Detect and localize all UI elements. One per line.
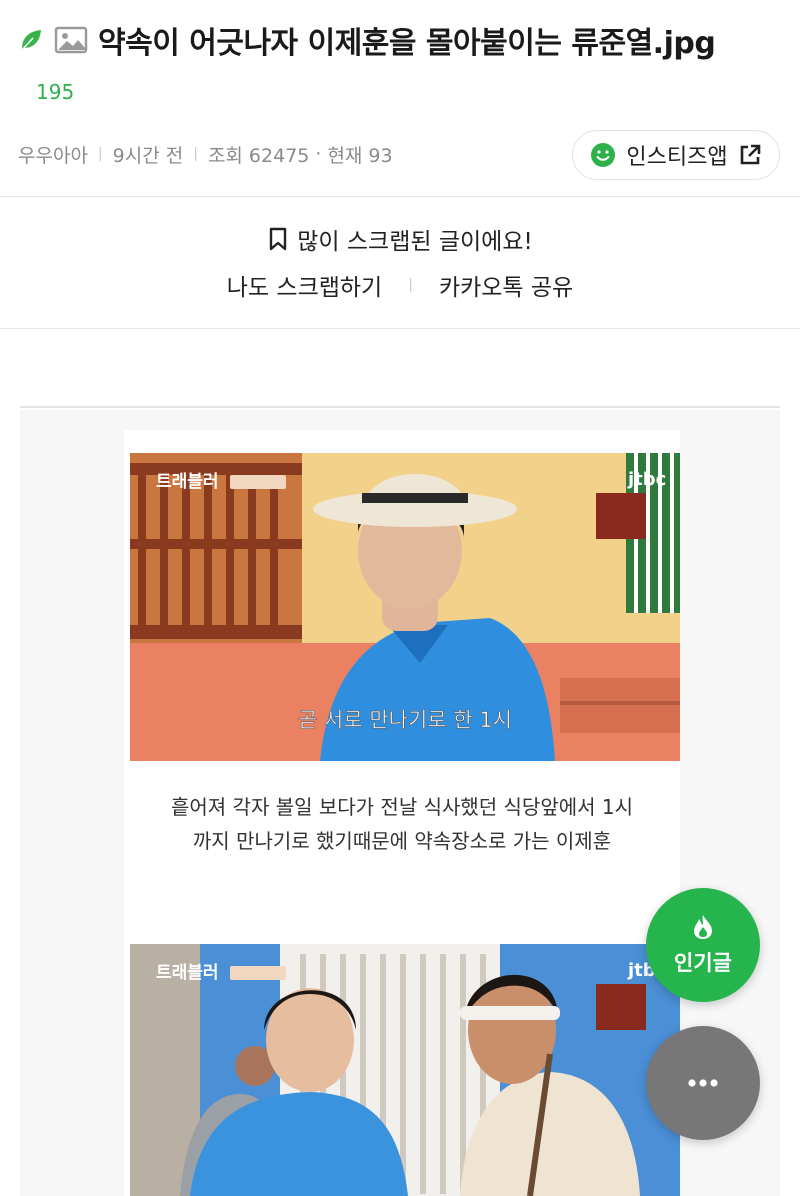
view-count: 조회 62475 [207, 144, 310, 167]
scene-illustration-2: 트래블러 jtbc [130, 944, 680, 1196]
scrap-actions: 나도 스크랩하기 | 카카오톡 공유 [0, 268, 800, 302]
open-app-label: 인스티즈앱 [626, 145, 728, 170]
popular-posts-button[interactable]: 인기글 [646, 888, 760, 1002]
post-image-2[interactable]: 트래블러 jtbc [130, 944, 680, 1196]
show-logo-2: 트래블러 [156, 963, 219, 983]
scrap-button[interactable]: 나도 스크랩하기 [227, 268, 382, 302]
meta-separator: | [97, 146, 103, 162]
image-icon [54, 26, 88, 54]
show-logo-1: 트래블러 [156, 472, 219, 492]
scrap-notice: 많이 스크랩된 글이에요! [0, 222, 800, 256]
meta-separator: | [193, 146, 198, 162]
scrap-separator: | [408, 277, 413, 293]
smile-icon [591, 143, 616, 167]
scrap-notice-text: 많이 스크랩된 글이에요! [297, 229, 533, 255]
scrap-divider [0, 328, 800, 329]
more-menu-button[interactable] [646, 1026, 760, 1140]
leaf-icon [21, 30, 41, 51]
caption-1-line-2: 까지 만나기로 했기때문에 약속장소로 가는 이제훈 [192, 829, 612, 853]
caption-1-line-1: 흩어져 각자 볼일 보다가 전날 식사했던 식당앞에서 1시 [170, 795, 634, 819]
post-image-1[interactable]: 트래블러 jtbc 곧 서로 만나기로 한 1시 [130, 453, 680, 761]
current-viewers: 현재 93 [327, 144, 393, 167]
author-name[interactable]: 우우아아 [18, 141, 88, 168]
fire-icon [694, 915, 712, 939]
post-title: 약속이 어긋나자 이제훈을 몰아붙이는 류준열.jpg [98, 26, 716, 61]
meta-dot: · [315, 143, 322, 165]
scene-illustration-1: 트래블러 jtbc 곧 서로 만나기로 한 1시 [130, 453, 680, 761]
more-dots-icon [688, 1079, 718, 1087]
kakao-share-button[interactable]: 카카오톡 공유 [439, 268, 573, 302]
post-time: 9시간 전 [112, 144, 184, 167]
open-app-button[interactable]: 인스티즈앱 [572, 130, 780, 180]
subtitle-1: 곧 서로 만나기로 한 1시 [298, 708, 512, 732]
external-link-icon [740, 144, 760, 165]
popular-posts-label: 인기글 [674, 951, 732, 975]
bookmark-icon [270, 227, 287, 251]
comment-count[interactable]: 195 [36, 80, 74, 104]
content-divider [20, 406, 780, 408]
post-meta: 우우아아 | 9시간 전 | 조회 62475 · 현재 93 [18, 138, 393, 170]
post-page: 약속이 어긋나자 이제훈을 몰아붙이는 류준열.jpg 195 우우아아 | 9… [0, 0, 800, 1196]
channel-logo-1: jtbc [627, 469, 666, 490]
header-divider [0, 196, 800, 197]
post-title-row: 약속이 어긋나자 이제훈을 몰아붙이는 류준열.jpg [18, 18, 782, 62]
